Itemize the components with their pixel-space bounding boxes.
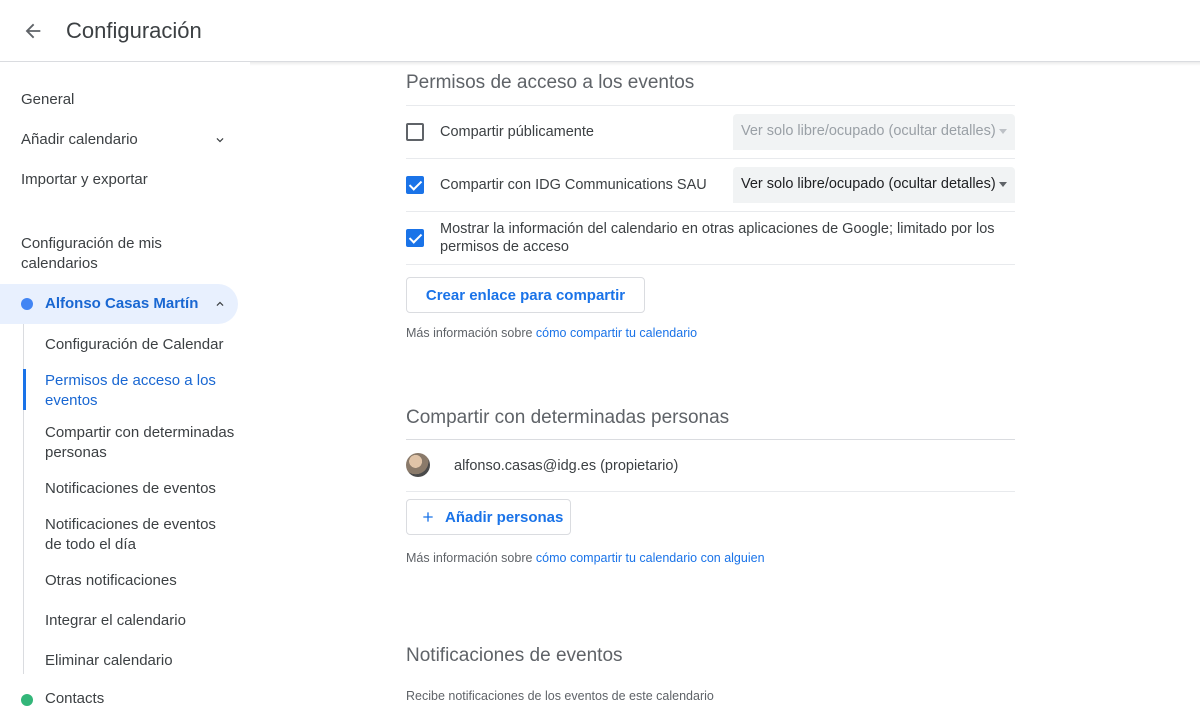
sidebar-item-import-export[interactable]: Importar y exportar — [21, 171, 148, 188]
divider — [406, 211, 1015, 212]
calendar-color-dot — [21, 298, 33, 310]
help-prefix: Más información sobre — [406, 326, 536, 340]
owner-email: alfonso.casas@idg.es (propietario) — [454, 458, 679, 474]
chevron-up-icon[interactable] — [213, 297, 227, 311]
help-text-access: Más información sobre cómo compartir tu … — [406, 326, 697, 340]
chevron-down-icon[interactable] — [213, 133, 227, 147]
share-org-label: Compartir con IDG Communications SAU — [440, 177, 707, 193]
calendar-name: Alfonso Casas Martín — [45, 295, 199, 312]
sidebar-subitem-share-people[interactable]: Compartir con determinadas personas — [45, 423, 235, 463]
divider — [406, 439, 1015, 440]
notifications-subtitle: Recibe notificaciones de los eventos de … — [406, 689, 714, 703]
select-value: Ver solo libre/ocupado (ocultar detalles… — [741, 176, 996, 192]
sidebar-subitem-delete[interactable]: Eliminar calendario — [45, 651, 235, 671]
show-info-checkbox[interactable] — [406, 229, 424, 247]
sidebar-item-calendar[interactable]: Alfonso Casas Martín — [0, 284, 238, 324]
sidebar-subitem-access-permissions[interactable]: Permisos de acceso a los eventos — [45, 371, 235, 411]
button-label: Añadir personas — [445, 508, 564, 526]
dropdown-arrow-icon — [999, 129, 1007, 134]
share-org-checkbox[interactable] — [406, 176, 424, 194]
avatar — [406, 453, 430, 477]
section-title-share: Compartir con determinadas personas — [406, 407, 730, 428]
share-public-select: Ver solo libre/ocupado (ocultar detalles… — [733, 114, 1015, 150]
help-text-share: Más información sobre cómo compartir tu … — [406, 551, 765, 565]
sidebar-subitem-event-notifications[interactable]: Notificaciones de eventos — [45, 479, 235, 499]
section-title-access: Permisos de acceso a los eventos — [406, 72, 695, 93]
section-title-notifications: Notificaciones de eventos — [406, 645, 623, 666]
divider — [406, 264, 1015, 265]
share-org-select[interactable]: Ver solo libre/ocupado (ocultar detalles… — [733, 167, 1015, 203]
sidebar-subitem-integrate[interactable]: Integrar el calendario — [45, 611, 235, 631]
app-header: Configuración — [0, 0, 1200, 62]
sidebar-heading-my-calendars: Configuración de mis calendarios — [21, 235, 162, 272]
share-public-checkbox[interactable] — [406, 123, 424, 141]
add-people-button[interactable]: Añadir personas — [406, 499, 571, 535]
show-info-label: Mostrar la información del calendario en… — [440, 221, 995, 255]
arrow-back-icon — [25, 23, 41, 39]
create-share-link-button[interactable]: Crear enlace para compartir — [406, 277, 645, 313]
button-label: Crear enlace para compartir — [425, 286, 626, 304]
dropdown-arrow-icon — [999, 182, 1007, 187]
divider — [406, 491, 1015, 492]
sidebar-subitem-allday-notifications[interactable]: Notificaciones de eventos de todo el día — [45, 515, 235, 555]
share-public-label: Compartir públicamente — [440, 124, 594, 140]
help-prefix: Más información sobre — [406, 551, 536, 565]
contacts-color-dot — [21, 694, 33, 706]
divider — [406, 105, 1015, 106]
header-shadow — [250, 62, 1200, 66]
help-link-share-someone[interactable]: cómo compartir tu calendario con alguien — [536, 551, 765, 565]
submenu-active-indicator — [23, 369, 26, 410]
help-link-share[interactable]: cómo compartir tu calendario — [536, 326, 697, 340]
sidebar-subitem-other-notifications[interactable]: Otras notificaciones — [45, 571, 235, 591]
sidebar-item-general[interactable]: General — [21, 91, 74, 108]
select-value: Ver solo libre/ocupado (ocultar detalles… — [741, 123, 996, 139]
sidebar-subitem-calendar-settings[interactable]: Configuración de Calendar — [45, 335, 235, 355]
back-button[interactable] — [14, 12, 52, 50]
sidebar-item-add-calendar[interactable]: Añadir calendario — [21, 131, 138, 148]
divider — [406, 158, 1015, 159]
plus-icon — [423, 512, 433, 522]
page-title: Configuración — [66, 18, 202, 43]
